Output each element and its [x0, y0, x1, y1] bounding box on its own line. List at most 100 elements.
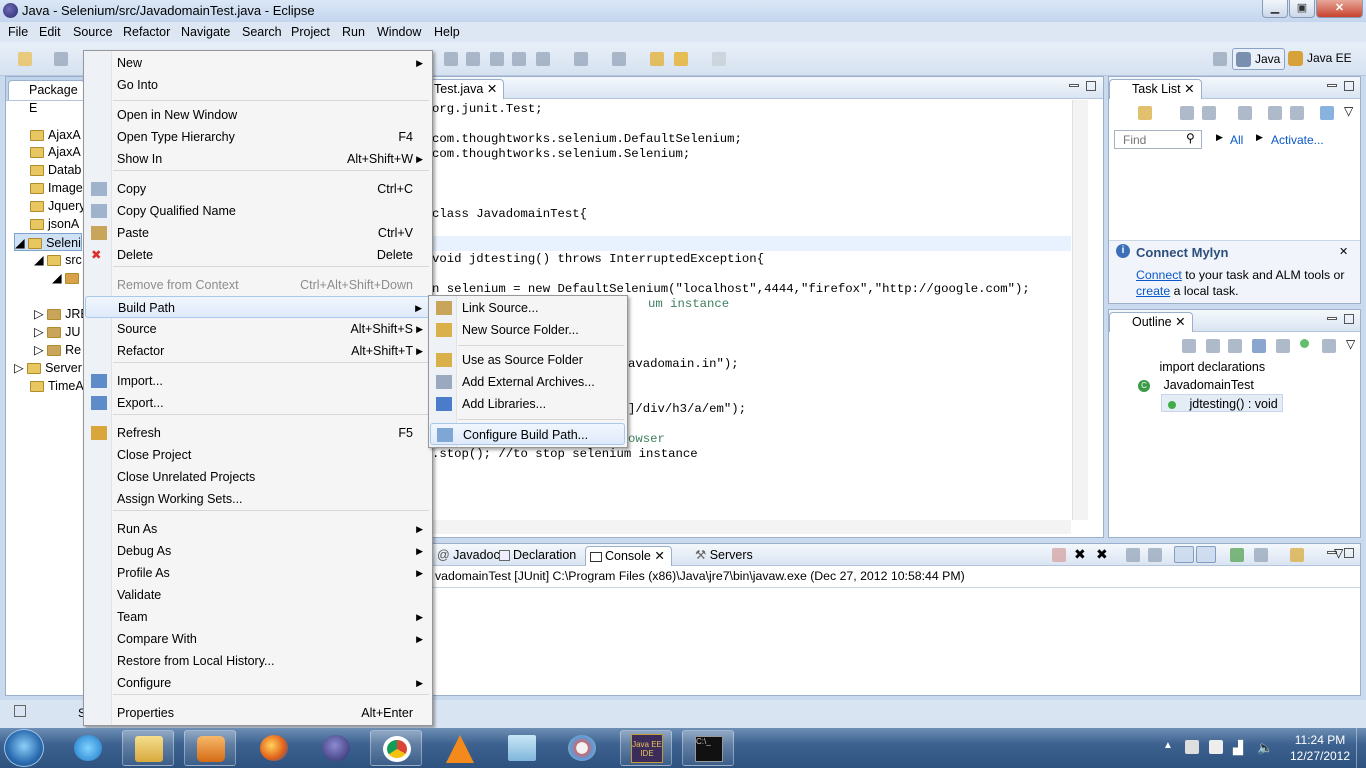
menu-item-validate[interactable]: Validate [85, 584, 431, 606]
menu-item-properties[interactable]: Properties Alt+Enter [85, 702, 431, 724]
submenu-item-new-source-folder[interactable]: New Source Folder... [430, 319, 625, 341]
expanded-arrow-icon[interactable]: ◢ [15, 236, 28, 250]
tree-item[interactable]: Jquery [30, 197, 86, 215]
toolbar-icon[interactable] [444, 52, 458, 66]
toolbar-icon[interactable] [536, 52, 550, 66]
collapse-all-icon[interactable] [1290, 106, 1304, 120]
menu-item-assign-working-sets[interactable]: Assign Working Sets... [85, 488, 431, 510]
menu-item-refactor[interactable]: Refactor Alt+Shift+T ▶ [85, 340, 431, 362]
tab-editor-file[interactable]: Test.java ✕ [421, 79, 505, 99]
eclipse-app-icon[interactable] [3, 3, 18, 18]
code-line[interactable]: .stop(); //to stop selenium instance [432, 447, 698, 461]
hide-fields-icon[interactable] [1252, 339, 1266, 353]
submenu-item-link-source[interactable]: Link Source... [430, 297, 625, 319]
display-console-icon[interactable] [1254, 548, 1268, 562]
menu-window[interactable]: Window [377, 25, 421, 39]
create-link[interactable]: create [1136, 284, 1170, 298]
toolbar-icon[interactable] [612, 52, 626, 66]
view-menu-icon[interactable]: ▽ [1346, 337, 1355, 351]
menu-item-profile-as[interactable]: Profile As ▶ [85, 562, 431, 584]
tree-item-junit[interactable]: ▷ JU [34, 323, 80, 341]
hide-nonpublic-icon[interactable] [1300, 339, 1309, 348]
minimize-icon[interactable] [1327, 317, 1337, 320]
show-desktop-button[interactable] [1356, 728, 1366, 768]
menu-item-run-as[interactable]: Run As ▶ [85, 518, 431, 540]
submenu-item-add-external-archives[interactable]: Add External Archives... [430, 371, 625, 393]
pin-console-icon[interactable] [1230, 548, 1244, 562]
view-menu-icon[interactable]: ▽ [1334, 546, 1343, 560]
tree-item[interactable]: AjaxA [30, 126, 81, 144]
menu-item-import[interactable]: Import... [85, 370, 431, 392]
close-icon[interactable]: ✕ [654, 549, 664, 563]
connect-link[interactable]: Connect [1136, 268, 1182, 282]
menu-edit[interactable]: Edit [39, 25, 61, 39]
hide-static-icon[interactable] [1276, 339, 1290, 353]
collapsed-arrow-icon[interactable]: ▷ [14, 361, 27, 375]
menu-item-close-project[interactable]: Close Project [85, 444, 431, 466]
tree-item-selenium[interactable]: ◢ Seleni [14, 233, 82, 251]
close-icon[interactable]: ✕ [1339, 245, 1348, 258]
close-icon[interactable]: ✕ [487, 82, 497, 96]
code-line[interactable]: void jdtesting() throws InterruptedExcep… [432, 252, 764, 266]
taskbar-eclipse[interactable] [310, 730, 362, 766]
tree-item-src[interactable]: ◢ src [34, 251, 82, 269]
menu-item-configure[interactable]: Configure ▶ [85, 672, 431, 694]
collapsed-arrow-icon[interactable]: ▷ [34, 307, 47, 321]
taskbar-firefox[interactable] [248, 730, 300, 766]
toolbar-icon[interactable] [490, 52, 504, 66]
fast-view-icon[interactable] [14, 705, 26, 717]
maximize-icon[interactable] [1344, 81, 1354, 91]
task-filter-all[interactable]: All [1230, 133, 1243, 147]
taskbar-notepad[interactable] [496, 730, 548, 766]
sync-icon[interactable] [1320, 106, 1334, 120]
editor-horizontal-scrollbar[interactable] [421, 520, 1071, 534]
activate-task-link[interactable]: Activate... [1271, 133, 1324, 147]
last-edit-icon[interactable] [650, 52, 664, 66]
focus-icon[interactable] [1238, 106, 1252, 120]
tree-item[interactable]: ◢ [52, 269, 83, 287]
remove-all-icon[interactable]: ✖ [1096, 546, 1108, 563]
menu-item-compare-with[interactable]: Compare With ▶ [85, 628, 431, 650]
menu-project[interactable]: Project [291, 25, 330, 39]
taskbar-file-explorer[interactable] [122, 730, 174, 766]
tree-item[interactable]: jsonA [30, 215, 79, 233]
new-task-icon[interactable] [1138, 106, 1152, 120]
code-line[interactable]: um instance [648, 297, 729, 311]
collapsed-arrow-icon[interactable]: ▷ [34, 343, 47, 357]
search-icon[interactable]: ⚲ [1186, 131, 1195, 145]
minimize-icon[interactable] [1069, 84, 1079, 87]
code-line[interactable]: owser [628, 432, 665, 446]
menu-refactor[interactable]: Refactor [123, 25, 170, 39]
close-icon[interactable]: ✕ [1175, 315, 1185, 329]
start-button[interactable] [4, 729, 44, 767]
submenu-item-configure-build-path[interactable]: Configure Build Path... [430, 423, 625, 445]
menu-file[interactable]: File [8, 25, 28, 39]
tree-item[interactable]: AjaxA [30, 143, 81, 161]
volume-icon[interactable]: 🔈 [1257, 740, 1273, 756]
menu-item-show-in[interactable]: Show In Alt+Shift+W ▶ [85, 148, 431, 170]
action-center-icon[interactable] [1185, 740, 1199, 754]
menu-item-copy[interactable]: Copy Ctrl+C [85, 178, 431, 200]
tree-item-referenced[interactable]: ▷ Re [34, 341, 81, 359]
code-line[interactable]: com.thoughtworks.selenium.DefaultSeleniu… [432, 132, 742, 146]
menu-item-paste[interactable]: Paste Ctrl+V [85, 222, 431, 244]
open-console-icon[interactable] [1290, 548, 1304, 562]
menu-item-delete[interactable]: ✖ Delete Delete [85, 244, 431, 266]
usb-device-icon[interactable] [1209, 740, 1223, 754]
maximize-icon[interactable] [1086, 81, 1096, 91]
forward-arrow-icon[interactable] [712, 52, 726, 66]
menu-item-build-path[interactable]: Build Path ▶ [85, 296, 431, 318]
code-line[interactable]: class JavadomainTest{ [432, 207, 587, 221]
taskbar-chrome[interactable] [370, 730, 422, 766]
submenu-item-add-libraries[interactable]: Add Libraries... [430, 393, 625, 415]
maximize-button[interactable]: ▣ [1289, 0, 1315, 18]
taskbar-command-prompt[interactable]: C:\_ [682, 730, 734, 766]
code-line[interactable]: org.junit.Test; [432, 102, 543, 116]
hide-local-types-icon[interactable] [1322, 339, 1336, 353]
console-output-area[interactable] [421, 587, 1360, 687]
back-arrow-icon[interactable] [674, 52, 688, 66]
menu-item-debug-as[interactable]: Debug As ▶ [85, 540, 431, 562]
toolbar-icon[interactable] [574, 52, 588, 66]
menu-item-new[interactable]: New ▶ [85, 52, 431, 74]
new-wizard-icon[interactable] [18, 52, 32, 66]
